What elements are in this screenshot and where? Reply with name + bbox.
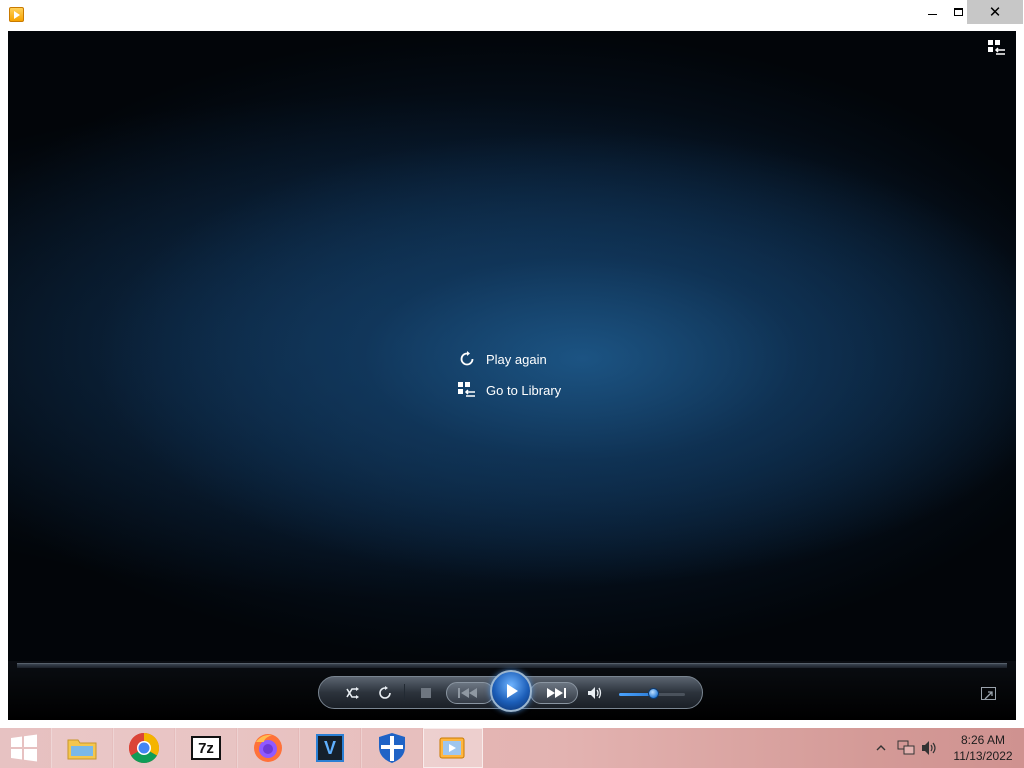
mute-button[interactable] (585, 683, 605, 703)
volume-slider-thumb[interactable] (648, 688, 659, 699)
seek-bar[interactable] (17, 663, 1007, 668)
taskbar-chrome[interactable] (113, 728, 174, 768)
shuffle-button[interactable] (343, 683, 365, 703)
maximize-icon (953, 8, 963, 16)
taskbar-v-app[interactable]: V (299, 728, 360, 768)
speaker-icon (588, 687, 602, 699)
next-icon (547, 688, 566, 698)
chrome-icon (128, 733, 160, 764)
taskbar-media-player[interactable] (423, 728, 483, 768)
go-to-library-link[interactable]: Go to Library (458, 378, 561, 402)
previous-button[interactable] (446, 682, 494, 704)
network-icon (897, 740, 915, 755)
play-button[interactable] (490, 670, 532, 712)
stop-icon (421, 688, 431, 698)
taskbar-file-explorer[interactable] (51, 728, 112, 768)
shield-icon (379, 733, 405, 763)
full-screen-button[interactable] (981, 687, 996, 700)
taskbar-security[interactable] (361, 728, 422, 768)
repeat-button[interactable] (374, 683, 396, 703)
title-bar: ✕ (0, 0, 1024, 30)
play-again-link[interactable]: Play again (458, 347, 561, 371)
end-of-media-menu: Play again Go to Library (458, 347, 561, 409)
taskbar: 7z V 8:26 AM 11/13/2022 (0, 728, 1024, 768)
show-hidden-icons-button[interactable] (876, 728, 886, 768)
play-icon (507, 684, 518, 698)
chevron-up-icon (876, 745, 886, 751)
shuffle-icon (346, 687, 359, 699)
volume-tray-button[interactable] (921, 728, 939, 768)
library-icon (458, 381, 476, 399)
switch-to-library-icon (988, 40, 1005, 55)
speaker-tray-icon (922, 741, 936, 755)
go-to-library-label: Go to Library (486, 382, 562, 398)
previous-icon (458, 688, 477, 698)
now-playing-area: Play again Go to Library (8, 31, 1016, 661)
play-again-label: Play again (486, 351, 547, 367)
v-app-icon: V (316, 734, 344, 762)
replay-icon (458, 350, 476, 368)
full-screen-icon (984, 691, 993, 700)
network-tray-button[interactable] (897, 728, 915, 768)
start-button[interactable] (0, 728, 48, 768)
close-button[interactable]: ✕ (967, 0, 1023, 24)
switch-to-library-button[interactable] (988, 40, 1006, 56)
playback-control-bar (8, 661, 1016, 720)
clock-date: 11/13/2022 (953, 749, 1013, 763)
taskbar-7zip[interactable]: 7z (175, 728, 236, 768)
stop-button[interactable] (416, 683, 436, 703)
media-player-icon (439, 737, 465, 759)
minimize-icon (927, 13, 937, 15)
media-player-app-icon[interactable] (9, 7, 24, 22)
firefox-icon (254, 734, 282, 762)
taskbar-firefox[interactable] (237, 728, 298, 768)
clock-time: 8:26 AM (960, 733, 1006, 747)
divider (404, 684, 405, 701)
seven-zip-icon: 7z (191, 736, 221, 760)
folder-icon (67, 739, 97, 760)
windows-logo-icon (11, 734, 37, 762)
repeat-icon (379, 686, 391, 699)
next-button[interactable] (530, 682, 578, 704)
clock[interactable]: 8:26 AM 11/13/2022 (945, 732, 1021, 764)
